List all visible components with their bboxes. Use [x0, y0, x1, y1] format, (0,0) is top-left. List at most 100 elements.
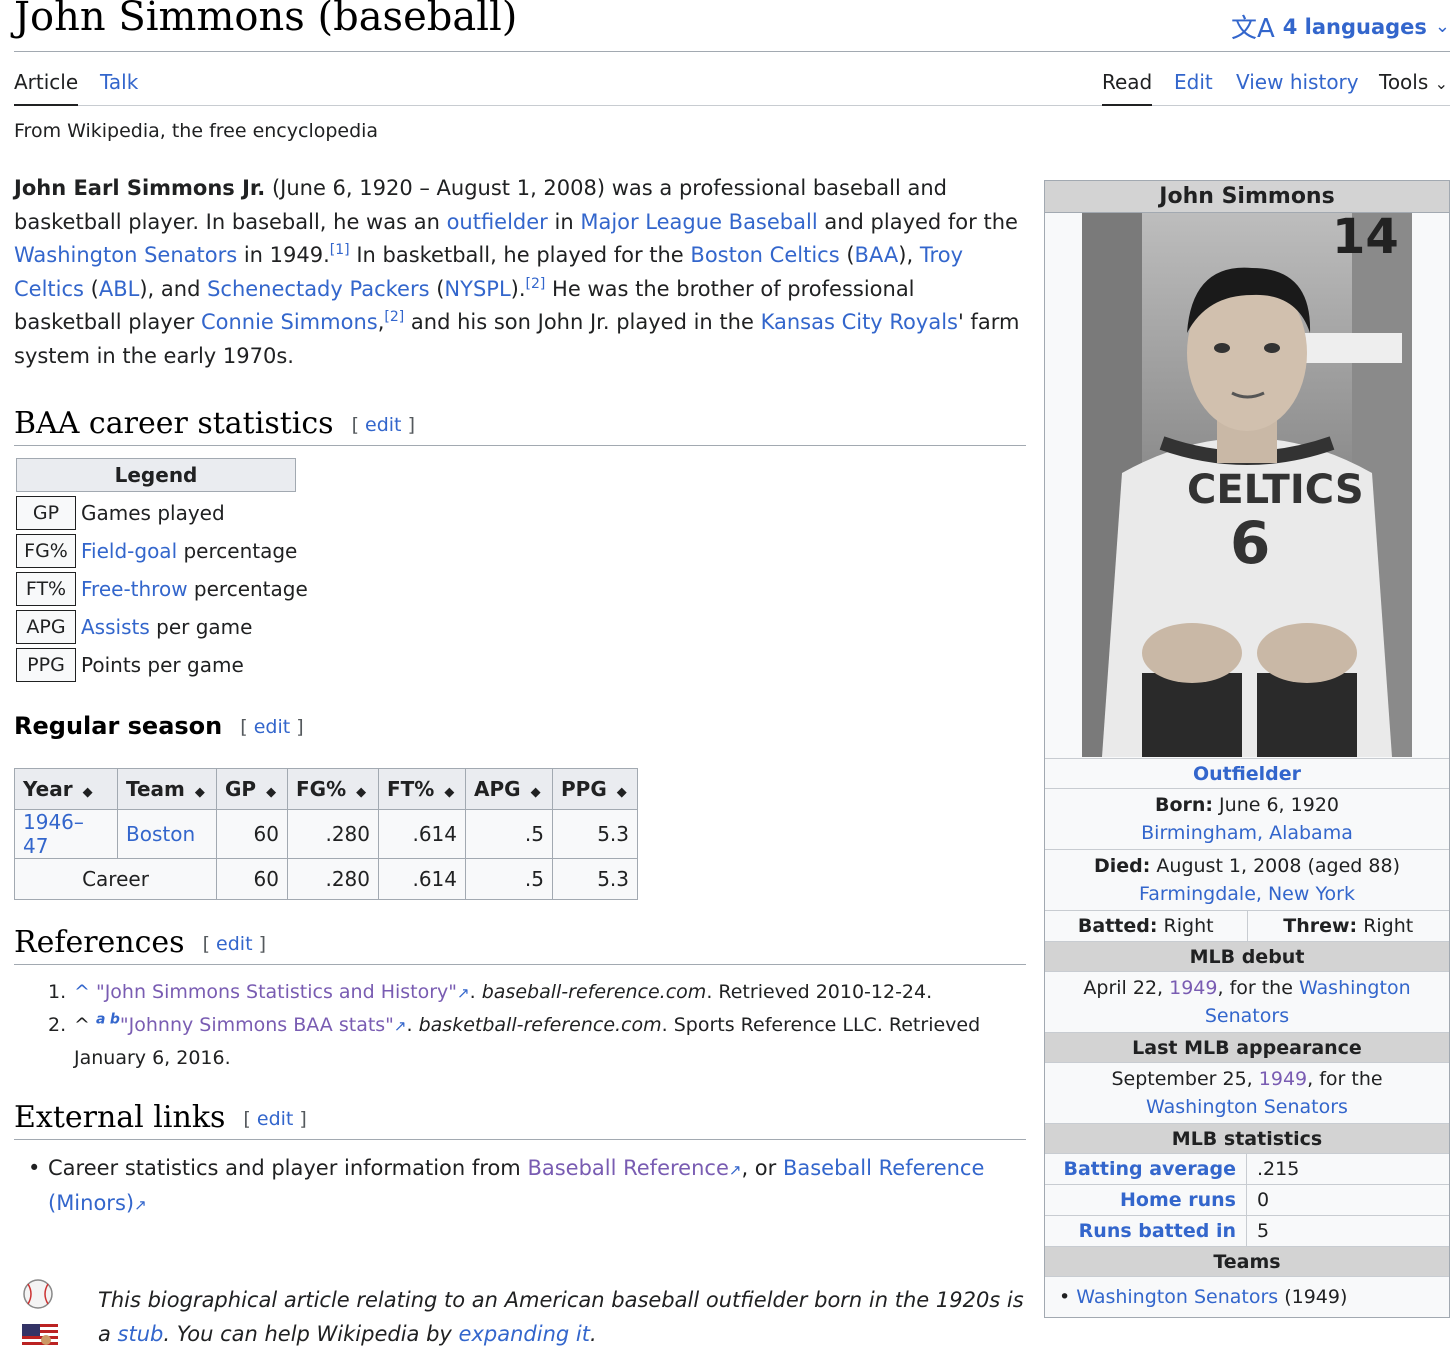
backlink-caret[interactable]: ^	[74, 981, 90, 1003]
link-connie-simmons[interactable]: Connie Simmons	[201, 310, 378, 334]
reference-number: 2.	[48, 1014, 67, 1036]
text: , for the	[1307, 1068, 1383, 1090]
link-born-place[interactable]: Birmingham, Alabama	[1141, 822, 1353, 844]
tab-article[interactable]: Article	[14, 70, 79, 106]
link-nyspl[interactable]: NYSPL	[444, 277, 510, 301]
citation-2b[interactable]: [2]	[384, 309, 404, 325]
link-died-place[interactable]: Farmingdale, New York	[1139, 883, 1355, 905]
header-label: Year	[23, 777, 73, 801]
heading-text: External links	[14, 1100, 226, 1135]
bracket: [	[351, 414, 359, 436]
sort-icon: ◆	[194, 785, 205, 800]
died-date: August 1, 2008 (aged 88)	[1150, 855, 1400, 877]
column-header-apg[interactable]: APG ◆	[465, 768, 553, 810]
text: (	[429, 276, 445, 301]
link-last-team[interactable]: Washington Senators	[1146, 1096, 1348, 1118]
died-label: Died:	[1093, 855, 1151, 877]
backlink-a[interactable]: a	[96, 1012, 105, 1028]
legend-abbr: APG	[16, 610, 76, 644]
column-header-ft[interactable]: FT% ◆	[378, 768, 466, 810]
link-debut-year[interactable]: 1949	[1169, 977, 1217, 999]
edit-link[interactable]: edit	[254, 716, 290, 738]
threw: Threw: Right	[1248, 911, 1450, 941]
tab-edit[interactable]: Edit	[1174, 70, 1213, 104]
link-senators[interactable]: Washington Senators	[14, 243, 237, 267]
batted-label: Batted:	[1077, 915, 1158, 937]
legend-row: APG Assists per game	[16, 610, 308, 644]
position: Outfielder	[1045, 759, 1449, 789]
link-baseball-reference[interactable]: Baseball Reference	[527, 1156, 728, 1180]
cell-ppg: 5.3	[552, 858, 638, 900]
citation-1[interactable]: [1]	[330, 242, 350, 258]
text: ).	[510, 276, 526, 301]
reference-link[interactable]: "Johnny Simmons BAA stats"	[120, 1014, 394, 1036]
legend-desc: Field-goal percentage	[81, 539, 297, 563]
link-mlb[interactable]: Major League Baseball	[580, 210, 817, 234]
edit-link[interactable]: edit	[216, 933, 252, 955]
column-header-ppg[interactable]: PPG ◆	[552, 768, 638, 810]
mlb-stats-header: MLB statistics	[1045, 1124, 1449, 1154]
tab-talk[interactable]: Talk	[100, 70, 138, 104]
born-row: Born: June 6, 1920 Birmingham, Alabama	[1045, 789, 1449, 850]
reference-item: 2. ^ a b"Johnny Simmons BAA stats"↗. bas…	[48, 1009, 1008, 1074]
heading-text: BAA career statistics	[14, 406, 334, 441]
player-photo[interactable]: 14 CELTICS 6	[1045, 213, 1449, 759]
cell-gp: 60	[216, 809, 288, 859]
link-abl[interactable]: ABL	[99, 277, 139, 301]
column-header-year[interactable]: Year ◆	[14, 768, 118, 810]
tools-label: Tools	[1379, 70, 1429, 94]
stub-text: This biographical article relating to an…	[98, 1283, 1028, 1351]
table-header-row: Year ◆ Team ◆ GP ◆ FG% ◆ FT% ◆ APG ◆ PPG ◆	[14, 768, 638, 810]
language-button[interactable]: 文A 4 languages ⌄	[1231, 8, 1450, 45]
edit-link[interactable]: edit	[257, 1108, 293, 1130]
legend-desc: Free-throw percentage	[81, 577, 308, 601]
link-field-goal[interactable]: Field-goal	[81, 539, 177, 563]
link-expand[interactable]: expanding it	[459, 1322, 590, 1346]
backlink-b[interactable]: b	[110, 1012, 120, 1028]
stat-value: .215	[1257, 1158, 1300, 1180]
link-last-year[interactable]: 1949	[1259, 1068, 1307, 1090]
reference-site: basketball-reference.com	[418, 1014, 662, 1036]
link-outfielder[interactable]: outfielder	[447, 210, 548, 234]
text: percentage	[177, 539, 298, 563]
link-free-throw[interactable]: Free-throw	[81, 577, 188, 601]
tab-read[interactable]: Read	[1102, 70, 1153, 106]
tools-menu[interactable]: Tools ⌄	[1379, 70, 1448, 104]
text: ), and	[139, 276, 208, 301]
reference-site: baseball-reference.com	[481, 981, 707, 1003]
legend-abbr: PPG	[16, 648, 76, 682]
stats-table: Year ◆ Team ◆ GP ◆ FG% ◆ FT% ◆ APG ◆ PPG ◆ 1946…	[14, 768, 638, 900]
link-boston-celtics[interactable]: Boston Celtics	[690, 243, 839, 267]
reference-link[interactable]: "John Simmons Statistics and History"	[96, 981, 457, 1003]
stat-value: 5	[1257, 1220, 1270, 1242]
link-team[interactable]: Boston	[126, 822, 195, 846]
link-home-runs[interactable]: Home runs	[1045, 1185, 1247, 1215]
link-kansas-city-royals[interactable]: Kansas City Royals	[761, 310, 958, 334]
link-position[interactable]: Outfielder	[1193, 763, 1301, 785]
link-assists[interactable]: Assists	[81, 615, 150, 639]
born-date: June 6, 1920	[1213, 794, 1339, 816]
legend-row: GP Games played	[16, 496, 308, 530]
page-title: John Simmons (baseball)	[14, 0, 518, 40]
link-batting-average[interactable]: Batting average	[1045, 1154, 1247, 1184]
edit-link[interactable]: edit	[365, 414, 401, 436]
reference-item: 1. ^ "John Simmons Statistics and Histor…	[48, 976, 1008, 1009]
text: Games played	[81, 501, 225, 525]
link-schenectady-packers[interactable]: Schenectady Packers	[207, 277, 429, 301]
citation-2[interactable]: [2]	[526, 276, 546, 292]
column-header-team[interactable]: Team ◆	[117, 768, 217, 810]
bracket: [	[240, 716, 248, 738]
cell-year: 1946–47	[14, 809, 118, 859]
column-header-gp[interactable]: GP ◆	[216, 768, 288, 810]
text: April 22,	[1083, 977, 1170, 999]
legend-row: FT% Free-throw percentage	[16, 572, 308, 606]
link-team[interactable]: Washington Senators	[1076, 1286, 1278, 1308]
link-stub[interactable]: stub	[118, 1322, 164, 1346]
text: . Retrieved 2010-12-24.	[706, 981, 933, 1003]
link-runs-batted-in[interactable]: Runs batted in	[1045, 1216, 1247, 1246]
link-baa[interactable]: BAA	[855, 243, 899, 267]
team-years: (1949)	[1278, 1286, 1348, 1308]
tab-view-history[interactable]: View history	[1236, 70, 1359, 104]
column-header-fg[interactable]: FG% ◆	[287, 768, 379, 810]
link-season[interactable]: 1946–47	[23, 810, 84, 858]
